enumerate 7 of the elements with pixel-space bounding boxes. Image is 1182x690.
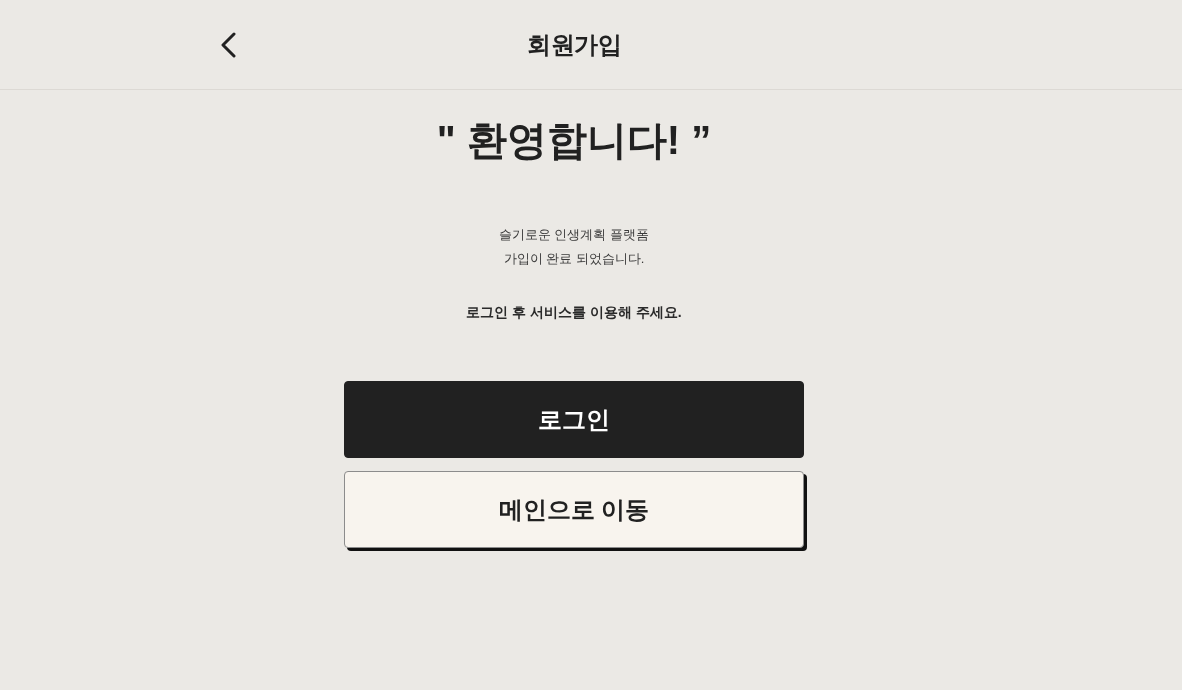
- go-to-main-button[interactable]: 메인으로 이동: [344, 471, 804, 548]
- login-notice: 로그인 후 서비스를 이용해 주세요.: [466, 303, 682, 322]
- welcome-heading: " 환영합니다! ”: [436, 117, 712, 164]
- back-chevron-icon: [220, 31, 236, 58]
- completion-message: 슬기로운 인생계획 플랫폼 가입이 완료 되었습니다.: [498, 226, 650, 268]
- login-button[interactable]: 로그인: [344, 381, 804, 458]
- page-title: 회원가입: [527, 29, 621, 60]
